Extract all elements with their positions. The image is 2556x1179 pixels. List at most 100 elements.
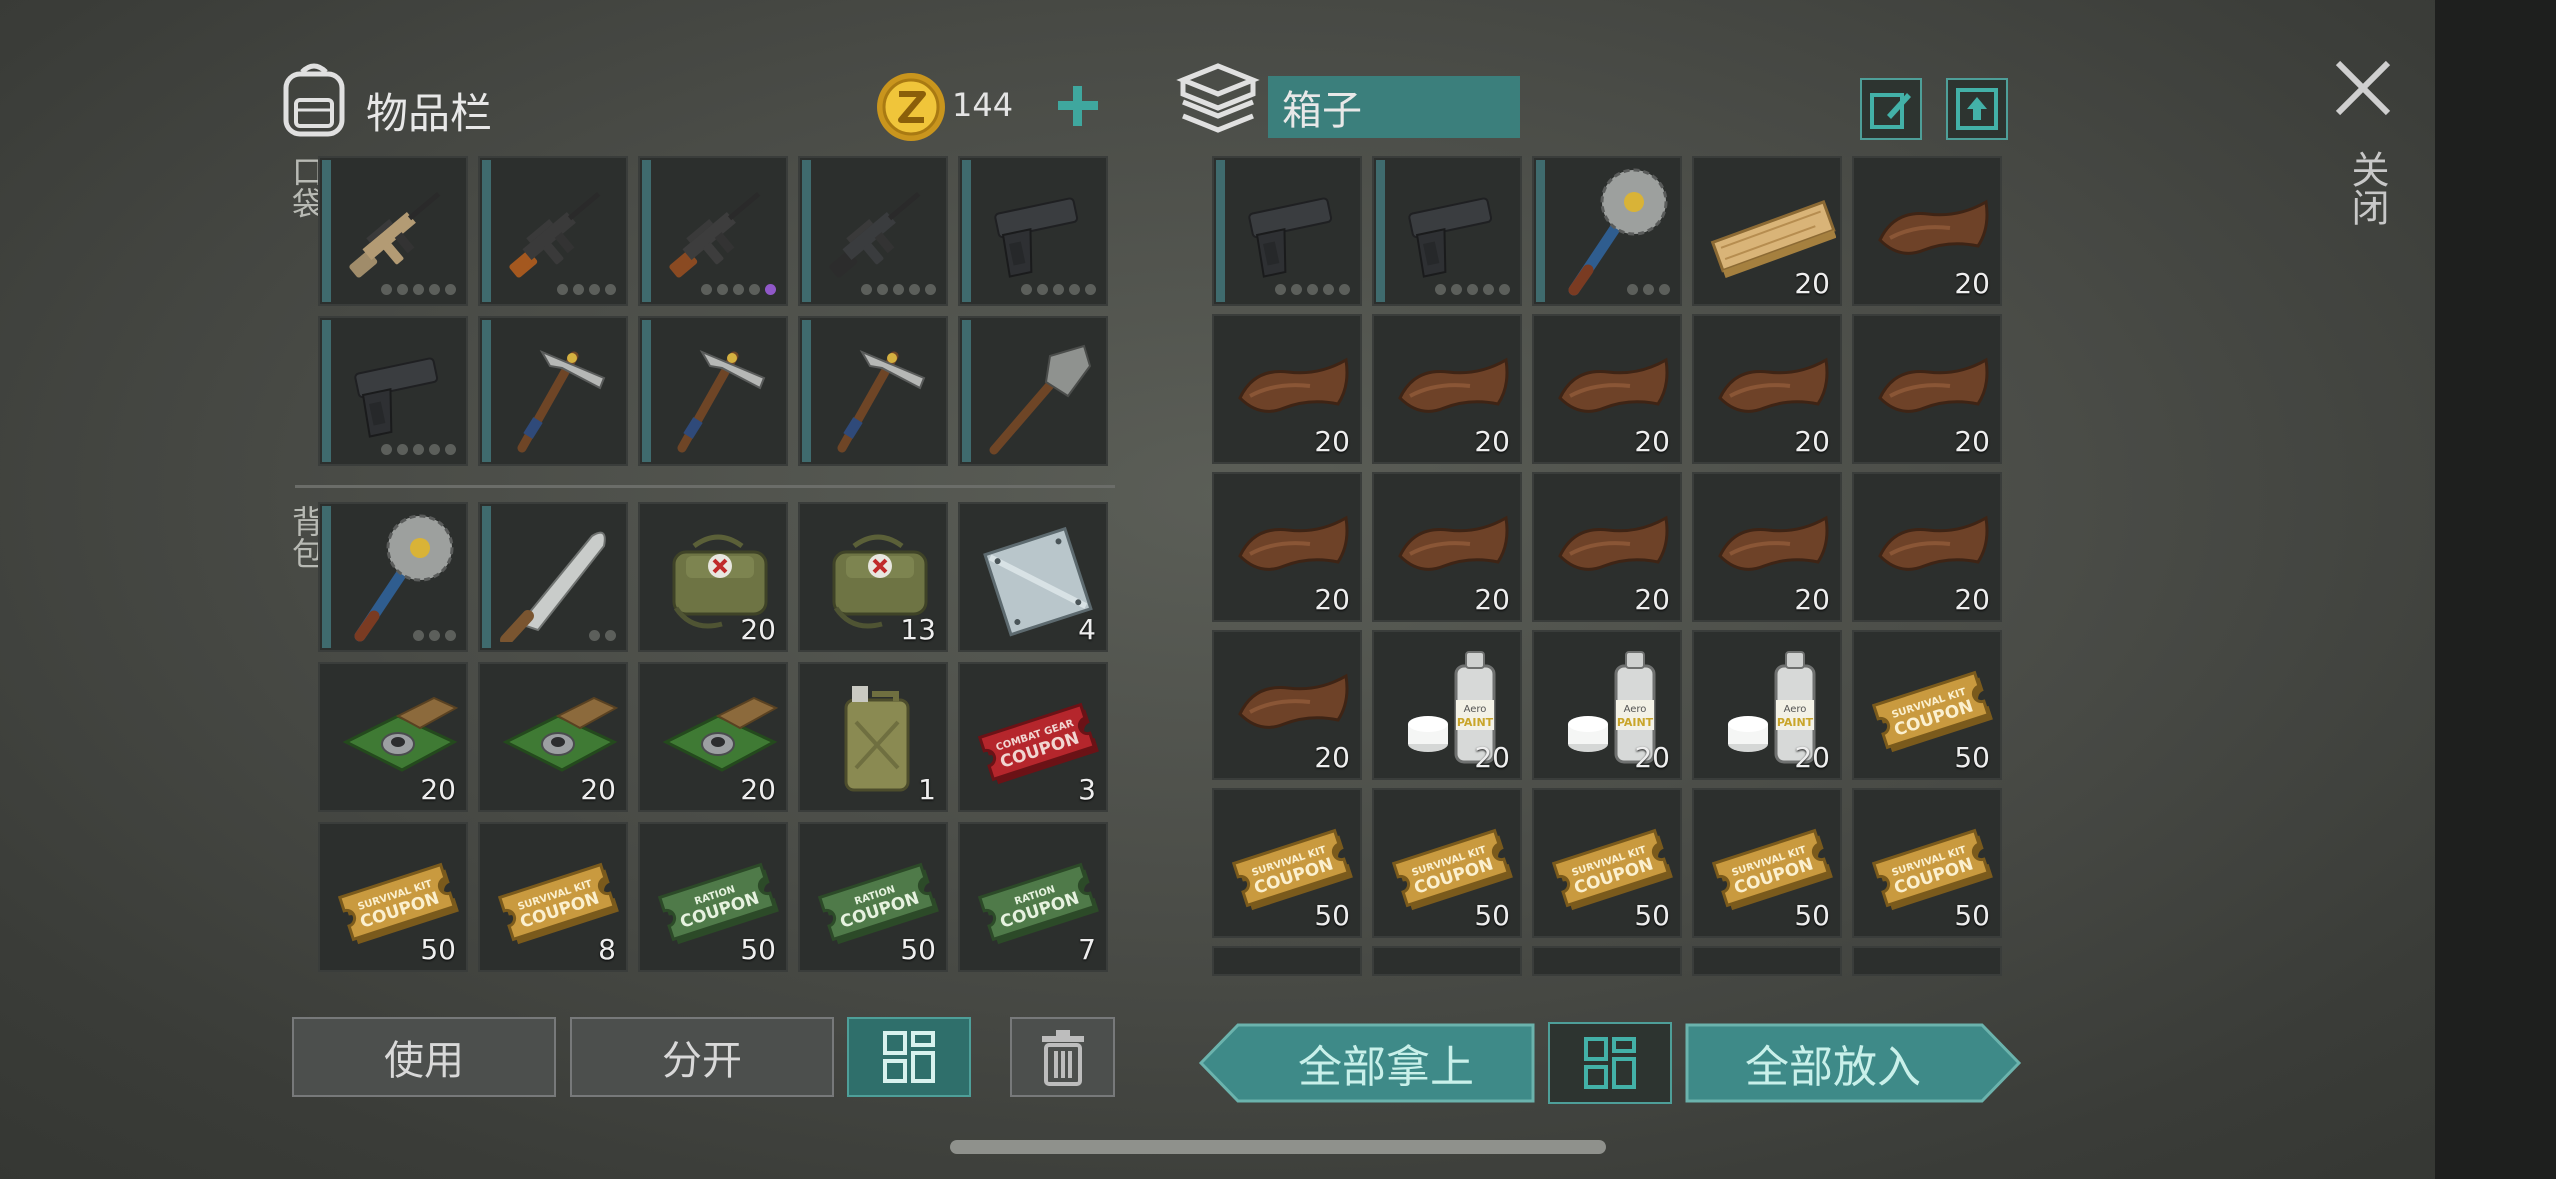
close-button[interactable] [2330, 55, 2396, 121]
take-all-button[interactable]: 全部拿上 [1198, 1022, 1536, 1104]
box-stack-icon [1175, 60, 1261, 140]
item-slot[interactable] [1212, 946, 1362, 976]
item-slot[interactable] [1212, 156, 1362, 306]
item-slot[interactable] [798, 156, 948, 306]
put-all-button[interactable]: 全部放入 [1684, 1022, 2022, 1104]
saw-mace-icon [1546, 166, 1676, 296]
delete-button[interactable] [1010, 1017, 1115, 1097]
item-slot[interactable] [1852, 946, 2002, 976]
item-count: 20 [1474, 425, 1510, 458]
durability-dot [733, 284, 744, 295]
item-slot[interactable] [1532, 156, 1682, 306]
item-slot[interactable] [958, 156, 1108, 306]
rename-box-button[interactable] [1860, 78, 1922, 140]
item-slot[interactable]: SURVIVAL KIT COUPON 50 [1212, 788, 1362, 938]
item-slot[interactable]: 20 [1852, 156, 2002, 306]
upload-box-button[interactable] [1946, 78, 2008, 140]
box-name-field[interactable]: 箱子 [1268, 76, 1520, 138]
item-count: 20 [1954, 267, 1990, 300]
item-slot[interactable]: Aero PAINT 20 [1372, 630, 1522, 780]
item-slot[interactable]: RATION COUPON 50 [798, 822, 948, 972]
item-slot[interactable]: SURVIVAL KIT COUPON 50 [1852, 788, 2002, 938]
item-slot[interactable] [1692, 946, 1842, 976]
use-button[interactable]: 使用 [292, 1017, 556, 1097]
durability-dot [1021, 284, 1032, 295]
item-count: 1 [918, 773, 936, 806]
item-slot[interactable] [318, 316, 468, 466]
item-slot[interactable]: 20 [1372, 472, 1522, 622]
item-slot[interactable]: 4 [958, 502, 1108, 652]
box-name: 箱子 [1282, 88, 1362, 134]
sort-inventory-button[interactable] [847, 1017, 971, 1097]
item-slot[interactable]: RATION COUPON 7 [958, 822, 1108, 972]
item-slot[interactable] [958, 316, 1108, 466]
item-slot[interactable]: 20 [478, 662, 628, 812]
pistol-icon [1226, 166, 1356, 296]
pistol-icon [1386, 166, 1516, 296]
item-slot[interactable]: 20 [1692, 472, 1842, 622]
item-slot[interactable] [478, 156, 628, 306]
durability-dot [557, 284, 568, 295]
item-count: 50 [1634, 899, 1670, 932]
item-slot[interactable]: 20 [638, 502, 788, 652]
grid-sort-icon [1584, 1037, 1636, 1089]
durability-dot [925, 284, 936, 295]
item-slot[interactable]: 20 [638, 662, 788, 812]
right-edge-band [2435, 0, 2556, 1179]
currency-amount: 144 [952, 86, 1014, 124]
item-slot[interactable] [638, 316, 788, 466]
svg-text:PAINT: PAINT [1777, 716, 1814, 729]
item-slot[interactable] [1532, 946, 1682, 976]
machete-icon [492, 512, 622, 646]
put-all-label: 全部放入 [1745, 1042, 1921, 1093]
item-count: 50 [1954, 741, 1990, 774]
durability-dot [1499, 284, 1510, 295]
item-slot[interactable]: RATION COUPON 50 [638, 822, 788, 972]
item-slot[interactable]: SURVIVAL KIT COUPON 50 [1532, 788, 1682, 938]
durability-dot [1627, 284, 1638, 295]
item-slot[interactable]: 20 [1212, 472, 1362, 622]
item-count: 50 [420, 933, 456, 966]
item-slot[interactable]: SURVIVAL KIT COUPON 50 [1692, 788, 1842, 938]
add-currency-button[interactable] [1048, 78, 1108, 134]
item-count: 50 [900, 933, 936, 966]
item-count: 50 [1954, 899, 1990, 932]
item-slot[interactable] [638, 156, 788, 306]
item-slot[interactable]: 20 [1692, 156, 1842, 306]
item-slot[interactable] [478, 316, 628, 466]
item-slot[interactable]: 13 [798, 502, 948, 652]
item-slot[interactable]: 20 [1692, 314, 1842, 464]
item-slot[interactable] [1372, 156, 1522, 306]
item-slot[interactable]: 1 [798, 662, 948, 812]
item-slot[interactable] [1372, 946, 1522, 976]
shovel-icon [972, 326, 1102, 456]
item-slot[interactable]: 20 [1372, 314, 1522, 464]
item-slot[interactable]: 20 [1532, 472, 1682, 622]
item-slot[interactable]: 20 [1852, 314, 2002, 464]
item-slot[interactable]: 20 [1532, 314, 1682, 464]
item-slot[interactable] [478, 502, 628, 652]
durability-dot [765, 284, 776, 295]
pickaxe-icon [812, 326, 942, 456]
item-slot[interactable]: Aero PAINT 20 [1692, 630, 1842, 780]
durability-dot [1291, 284, 1302, 295]
item-slot[interactable]: SURVIVAL KIT COUPON 50 [318, 822, 468, 972]
item-slot[interactable] [318, 156, 468, 306]
item-slot[interactable] [798, 316, 948, 466]
item-slot[interactable]: Aero PAINT 20 [1532, 630, 1682, 780]
durability-dot [605, 630, 616, 641]
durability-dot [413, 630, 424, 641]
item-slot[interactable]: SURVIVAL KIT COUPON 50 [1852, 630, 2002, 780]
item-slot[interactable]: 20 [1212, 630, 1362, 780]
item-slot[interactable]: SURVIVAL KIT COUPON 50 [1372, 788, 1522, 938]
durability-dot [573, 284, 584, 295]
item-slot[interactable]: 20 [1852, 472, 2002, 622]
split-button[interactable]: 分开 [570, 1017, 834, 1097]
pickaxe-icon [652, 326, 782, 456]
sort-box-button[interactable] [1548, 1022, 1672, 1104]
item-slot[interactable]: COMBAT GEAR COUPON 3 [958, 662, 1108, 812]
item-slot[interactable]: 20 [318, 662, 468, 812]
item-slot[interactable]: 20 [1212, 314, 1362, 464]
item-slot[interactable] [318, 502, 468, 652]
item-slot[interactable]: SURVIVAL KIT COUPON 8 [478, 822, 628, 972]
